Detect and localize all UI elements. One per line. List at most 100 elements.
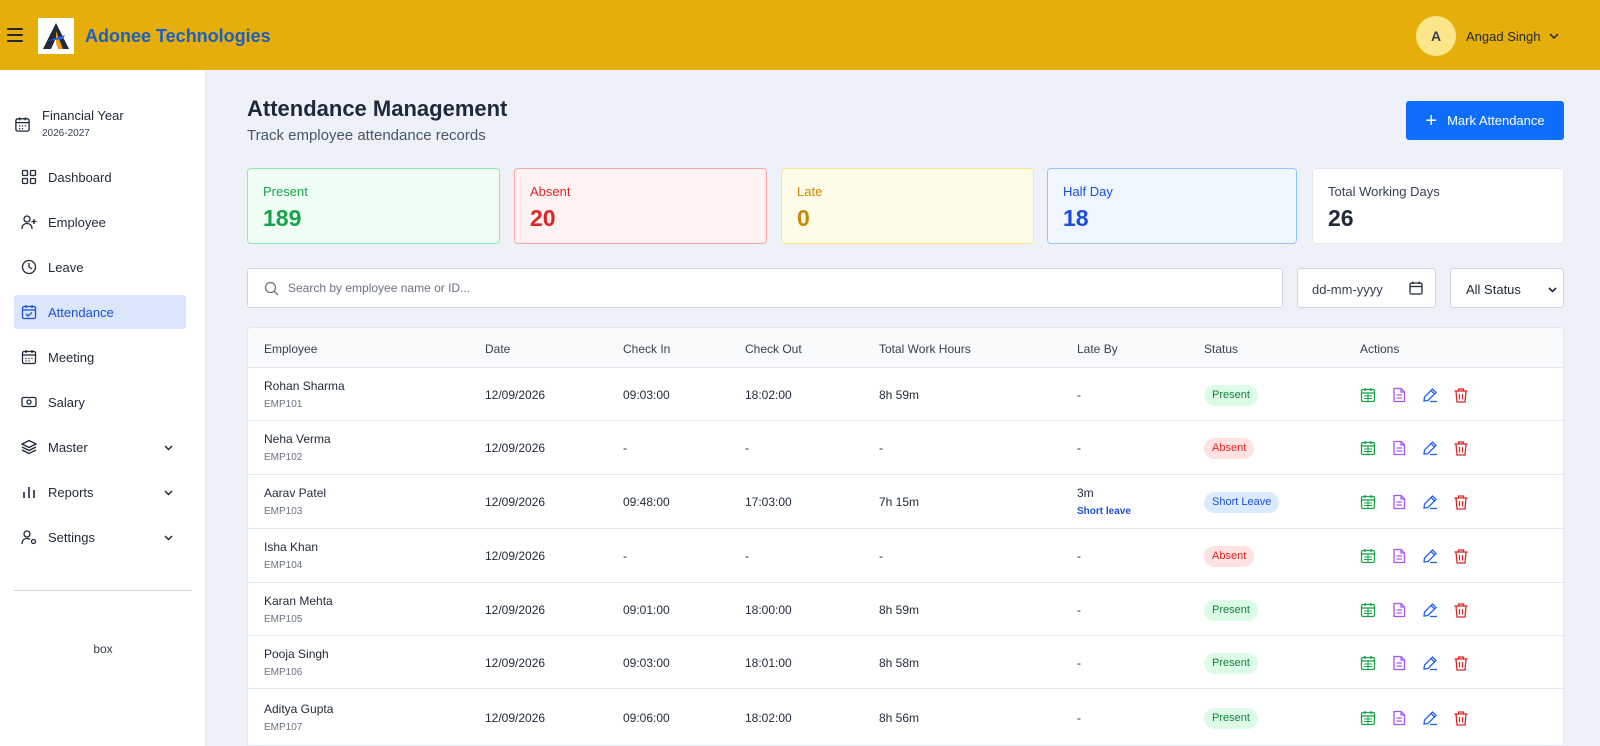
delete-action-icon[interactable] xyxy=(1453,387,1469,403)
calendar-action-icon[interactable] xyxy=(1360,655,1376,671)
grid-icon xyxy=(21,169,37,185)
sidebar-item-meeting[interactable]: Meeting xyxy=(14,340,186,374)
edit-action-icon[interactable] xyxy=(1422,387,1438,403)
column-header-total-work-hours: Total Work Hours xyxy=(879,342,971,356)
date-filter[interactable]: dd-mm-yyyy xyxy=(1297,268,1436,308)
money-icon xyxy=(21,396,37,408)
avatar[interactable]: A xyxy=(1416,16,1456,56)
check-out-cell: 18:02:00 xyxy=(745,711,792,725)
employee-id: EMP107 xyxy=(264,722,303,733)
table-row: Isha Khan EMP104 12/09/2026 - - - - Absent xyxy=(248,529,1563,583)
employee-id: EMP103 xyxy=(264,506,303,517)
sidebar-item-attendance[interactable]: Attendance xyxy=(14,295,186,329)
document-action-icon[interactable] xyxy=(1391,655,1407,671)
check-out-cell: - xyxy=(745,441,749,455)
calendar-action-icon[interactable] xyxy=(1360,387,1376,403)
document-action-icon[interactable] xyxy=(1391,602,1407,618)
edit-action-icon[interactable] xyxy=(1422,602,1438,618)
late-by-cell: 3m xyxy=(1077,486,1094,500)
bar-chart-icon xyxy=(23,487,35,498)
delete-action-icon[interactable] xyxy=(1453,655,1469,671)
menu-icon[interactable] xyxy=(7,28,23,42)
user-plus-icon xyxy=(21,215,37,230)
user-settings-icon xyxy=(21,530,37,545)
sidebar-item-label: Meeting xyxy=(48,350,95,365)
edit-action-icon[interactable] xyxy=(1422,548,1438,564)
check-in-cell: 09:06:00 xyxy=(623,711,670,725)
financial-year-selector[interactable]: Financial Year 2026-2027 xyxy=(14,108,194,148)
calendar-action-icon[interactable] xyxy=(1360,710,1376,726)
chevron-down-icon[interactable] xyxy=(1548,30,1560,42)
date-filter-text: dd-mm-yyyy xyxy=(1312,282,1383,297)
company-logo xyxy=(38,18,74,54)
status-badge: Present xyxy=(1204,600,1258,621)
edit-action-icon[interactable] xyxy=(1422,655,1438,671)
search-box[interactable] xyxy=(247,268,1283,308)
search-input[interactable] xyxy=(288,269,1268,307)
status-filter-value: All Status xyxy=(1466,282,1521,297)
chevron-down-icon xyxy=(164,535,173,541)
delete-action-icon[interactable] xyxy=(1453,710,1469,726)
user-name[interactable]: Angad Singh xyxy=(1466,29,1540,44)
stat-label: Absent xyxy=(530,184,571,199)
calendar-action-icon[interactable] xyxy=(1360,548,1376,564)
employee-id: EMP105 xyxy=(264,614,303,625)
document-action-icon[interactable] xyxy=(1391,494,1407,510)
employee-id: EMP101 xyxy=(264,399,303,410)
status-badge: Short Leave xyxy=(1204,492,1280,513)
calendar-action-icon[interactable] xyxy=(1360,494,1376,510)
delete-action-icon[interactable] xyxy=(1453,440,1469,456)
calendar-action-icon[interactable] xyxy=(1360,440,1376,456)
document-action-icon[interactable] xyxy=(1391,440,1407,456)
document-action-icon[interactable] xyxy=(1391,710,1407,726)
sidebar-item-reports[interactable]: Reports xyxy=(14,475,186,509)
employee-id: EMP102 xyxy=(264,452,303,463)
stat-card-absent: Absent 20 xyxy=(514,168,767,244)
calendar-action-icon[interactable] xyxy=(1360,602,1376,618)
page-title: Attendance Management xyxy=(247,96,508,121)
check-out-cell: - xyxy=(745,549,749,563)
edit-action-icon[interactable] xyxy=(1422,710,1438,726)
employee-name: Isha Khan xyxy=(264,540,319,554)
employee-name: Aarav Patel xyxy=(264,486,327,500)
delete-action-icon[interactable] xyxy=(1453,602,1469,618)
date-cell: 12/09/2026 xyxy=(485,495,546,509)
sidebar-item-dashboard[interactable]: Dashboard xyxy=(14,160,186,194)
status-filter-select[interactable]: All Status xyxy=(1450,268,1564,308)
work-hours-cell: 8h 59m xyxy=(879,388,920,402)
sidebar-item-employee[interactable]: Employee xyxy=(14,205,186,239)
stat-label: Total Working Days xyxy=(1328,184,1440,199)
column-header-employee: Employee xyxy=(264,342,318,356)
delete-action-icon[interactable] xyxy=(1453,548,1469,564)
sidebar-item-leave[interactable]: Leave xyxy=(14,250,186,284)
mark-attendance-button[interactable]: + Mark Attendance xyxy=(1406,101,1564,140)
sidebar-item-master[interactable]: Master xyxy=(14,430,186,464)
table-row: Karan Mehta EMP105 12/09/2026 09:01:00 18:00… xyxy=(248,583,1563,636)
chevron-down-icon xyxy=(164,490,173,496)
brand-name: Adonee Technologies xyxy=(85,26,271,46)
edit-action-icon[interactable] xyxy=(1422,440,1438,456)
late-by-cell: - xyxy=(1077,656,1081,670)
edit-action-icon[interactable] xyxy=(1422,494,1438,510)
search-icon xyxy=(264,281,279,296)
stat-value: 20 xyxy=(530,205,556,231)
check-in-cell: - xyxy=(623,441,627,455)
attendance-table: Employee Date Check In Check Out Total Work … xyxy=(247,327,1564,746)
stat-value: 26 xyxy=(1328,205,1354,231)
delete-action-icon[interactable] xyxy=(1453,494,1469,510)
check-in-cell: - xyxy=(623,549,627,563)
top-header: Adonee Technologies A Angad Singh xyxy=(0,0,1600,70)
sidebar-item-salary[interactable]: Salary xyxy=(14,385,186,419)
stat-card-late: Late 0 xyxy=(781,168,1034,244)
check-out-cell: 18:00:00 xyxy=(745,603,792,617)
sidebar-item-label: Master xyxy=(48,440,88,455)
column-header-check-out: Check Out xyxy=(745,342,802,356)
employee-name: Karan Mehta xyxy=(264,594,333,608)
stat-label: Late xyxy=(797,184,823,199)
document-action-icon[interactable] xyxy=(1391,548,1407,564)
sidebar-item-label: Attendance xyxy=(48,305,114,320)
calendar-picker-icon[interactable] xyxy=(1409,281,1423,295)
document-action-icon[interactable] xyxy=(1391,387,1407,403)
table-row: Rohan Sharma EMP101 12/09/2026 09:03:00 18:0… xyxy=(248,368,1563,421)
sidebar-item-settings[interactable]: Settings xyxy=(14,520,186,554)
